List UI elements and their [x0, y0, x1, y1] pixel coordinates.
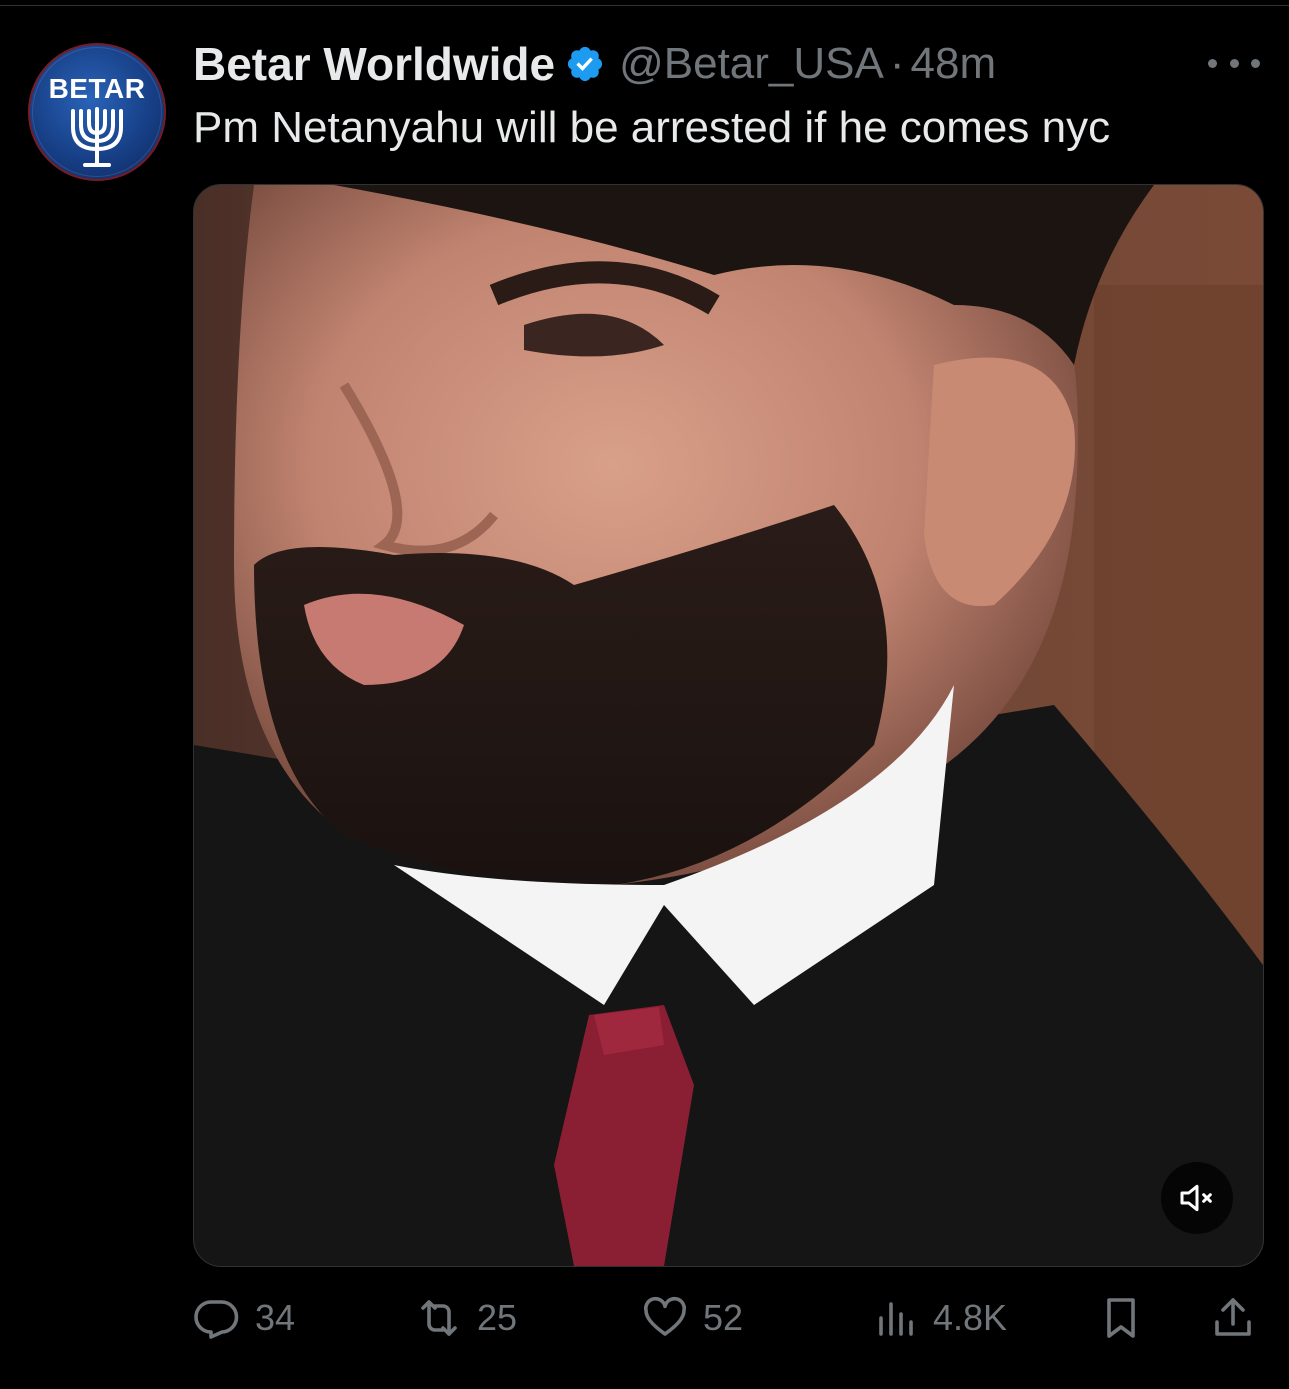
- like-count: 52: [703, 1297, 744, 1338]
- share-button[interactable]: [1209, 1290, 1257, 1346]
- reply-icon: [194, 1300, 239, 1339]
- tweet-header: Betar Worldwide @Betar_USA · 48m: [193, 36, 996, 92]
- repost-icon: [421, 1300, 457, 1336]
- meta-separator: ·: [889, 39, 905, 88]
- menorah-icon: [71, 107, 123, 167]
- views-button[interactable]: 4.8K: [871, 1290, 1007, 1346]
- video-frame: [194, 185, 1263, 1266]
- speaker-muted-icon: [1180, 1184, 1212, 1212]
- more-dot-icon: [1251, 58, 1260, 68]
- analytics-icon: [879, 1302, 913, 1336]
- tweet-text: Pm Netanyahu will be arrested if he come…: [193, 103, 1111, 152]
- more-dot-icon: [1208, 58, 1217, 68]
- reply-button[interactable]: 34: [193, 1290, 295, 1346]
- author-display-name[interactable]: Betar Worldwide: [193, 37, 555, 91]
- more-dot-icon: [1229, 58, 1239, 68]
- verified-badge-icon[interactable]: [565, 44, 605, 84]
- reply-count: 34: [255, 1297, 296, 1338]
- mute-toggle-button[interactable]: [1161, 1162, 1233, 1234]
- repost-button[interactable]: 25: [415, 1290, 517, 1346]
- author-avatar[interactable]: BETAR: [28, 43, 166, 181]
- tweet-action-bar: 34 25 52 4.8K: [193, 1290, 1262, 1346]
- author-handle[interactable]: @Betar_USA: [619, 39, 884, 89]
- repost-count: 25: [477, 1297, 518, 1338]
- bookmark-button[interactable]: [1097, 1290, 1145, 1346]
- tweet-card[interactable]: BETAR Betar Worldwide @Betar_USA · 48m P…: [0, 0, 1289, 1389]
- avatar-wordmark: BETAR: [48, 73, 146, 104]
- bookmark-icon: [1107, 1298, 1135, 1338]
- heart-icon: [644, 1296, 686, 1336]
- more-options-button[interactable]: [1208, 48, 1260, 78]
- views-count: 4.8K: [933, 1297, 1008, 1338]
- like-button[interactable]: 52: [641, 1290, 743, 1346]
- tweet-timestamp[interactable]: 48m: [911, 39, 997, 89]
- video-player[interactable]: [193, 184, 1264, 1267]
- share-icon: [1215, 1298, 1251, 1336]
